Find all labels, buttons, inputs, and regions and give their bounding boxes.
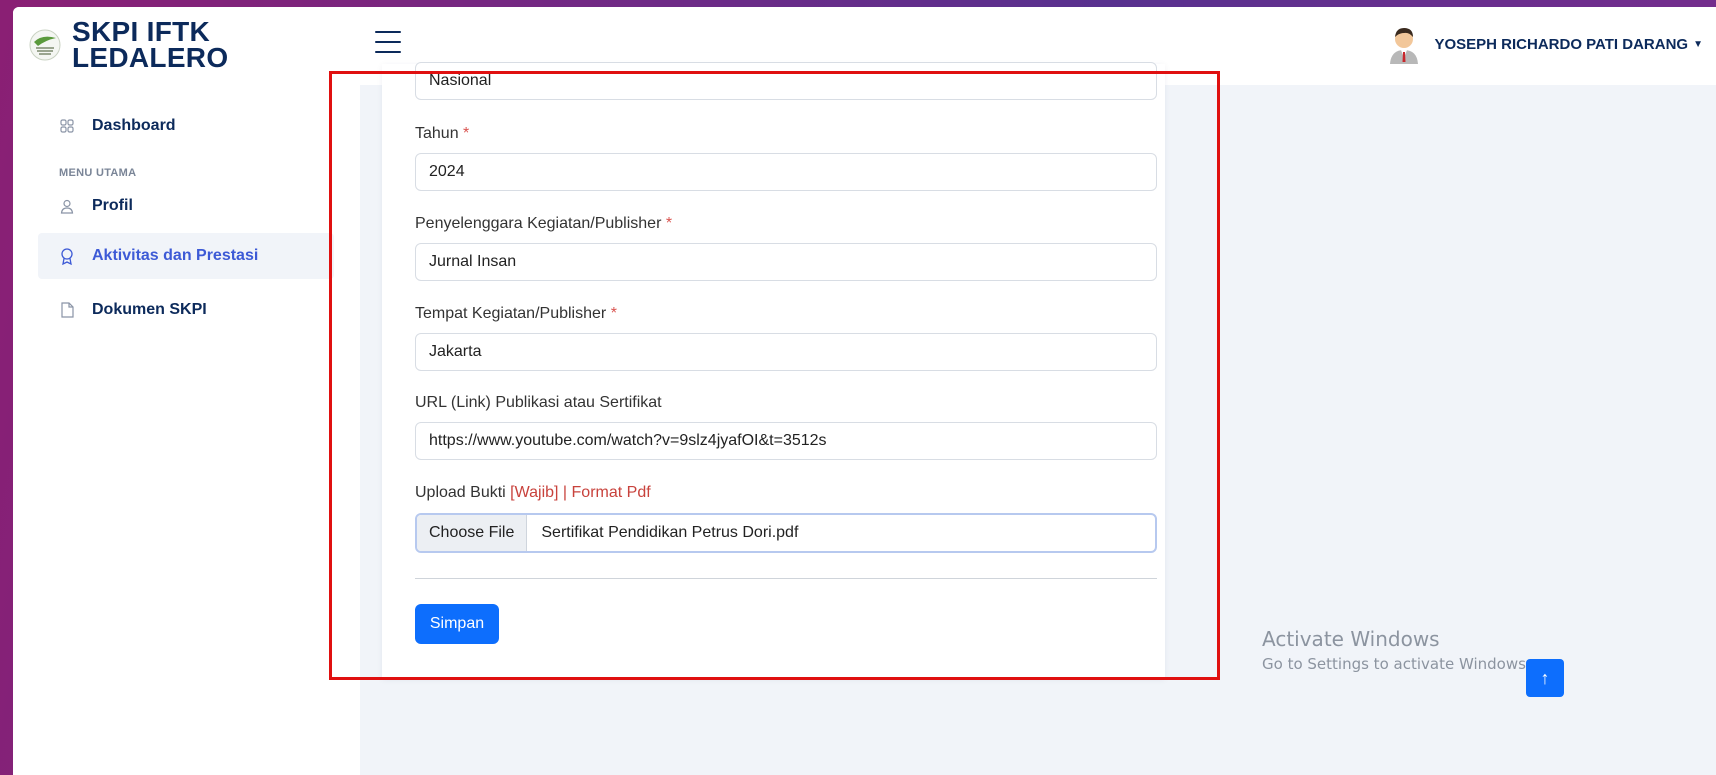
- url-field[interactable]: https://www.youtube.com/watch?v=9slz4jya…: [415, 422, 1157, 460]
- sidebar-item-profil[interactable]: Profil: [38, 183, 334, 229]
- logo-icon: [29, 29, 61, 61]
- upload-note: [Wajib] | Format Pdf: [510, 484, 651, 501]
- avatar: [1390, 28, 1419, 64]
- tingkat-field[interactable]: Nasional: [415, 62, 1157, 100]
- document-icon: [58, 301, 76, 319]
- grid-icon: [58, 117, 76, 135]
- sidebar-item-label: Dokumen SKPI: [92, 301, 207, 318]
- arrow-up-icon: ↑: [1540, 667, 1550, 688]
- brand-title: SKPI IFTK LEDALERO: [72, 16, 229, 73]
- url-label: URL (Link) Publikasi atau Sertifikat: [415, 394, 662, 411]
- award-icon: [58, 247, 76, 265]
- tempat-field[interactable]: Jakarta: [415, 333, 1157, 371]
- selected-file-name: Sertifikat Pendidikan Petrus Dori.pdf: [541, 524, 799, 541]
- sidebar-item-dashboard[interactable]: Dashboard: [38, 103, 334, 149]
- menu-section-label: MENU UTAMA: [59, 167, 137, 179]
- choose-file-button[interactable]: Choose File: [417, 515, 528, 551]
- user-name: YOSEPH RICHARDO PATI DARANG: [1434, 35, 1689, 53]
- penyelenggara-label: Penyelenggara Kegiatan/Publisher *: [415, 215, 673, 232]
- windows-activation-watermark: Activate Windows Go to Settings to activ…: [1262, 627, 1531, 673]
- scroll-to-top-button[interactable]: ↑: [1526, 659, 1564, 697]
- sidebar-item-aktivitas[interactable]: Aktivitas dan Prestasi: [38, 233, 334, 279]
- watermark-subtitle: Go to Settings to activate Windows.: [1262, 655, 1531, 673]
- tahun-label: Tahun *: [415, 125, 470, 142]
- sidebar-item-dokumen[interactable]: Dokumen SKPI: [38, 287, 334, 333]
- penyelenggara-field[interactable]: Jurnal Insan: [415, 243, 1157, 281]
- tahun-field[interactable]: 2024: [415, 153, 1157, 191]
- upload-label: Upload Bukti [Wajib] | Format Pdf: [415, 484, 651, 501]
- sidebar-item-label: Profil: [92, 197, 133, 214]
- menu-toggle-icon[interactable]: [375, 31, 401, 53]
- sidebar-item-label: Aktivitas dan Prestasi: [92, 247, 259, 264]
- save-button[interactable]: Simpan: [415, 604, 499, 644]
- tempat-label: Tempat Kegiatan/Publisher *: [415, 305, 617, 322]
- user-icon: [58, 197, 76, 215]
- sidebar-item-label: Dashboard: [92, 117, 176, 134]
- form-divider: [415, 578, 1157, 579]
- brand[interactable]: SKPI IFTK LEDALERO: [28, 16, 252, 73]
- upload-file-input[interactable]: Choose File Sertifikat Pendidikan Petrus…: [415, 513, 1157, 553]
- chevron-down-icon: ▼: [1693, 38, 1703, 50]
- user-menu[interactable]: YOSEPH RICHARDO PATI DARANG ▼: [1384, 24, 1703, 64]
- activity-form-card: Nasional Tahun * 2024 Penyelenggara Kegi…: [382, 62, 1165, 679]
- watermark-title: Activate Windows: [1262, 627, 1440, 651]
